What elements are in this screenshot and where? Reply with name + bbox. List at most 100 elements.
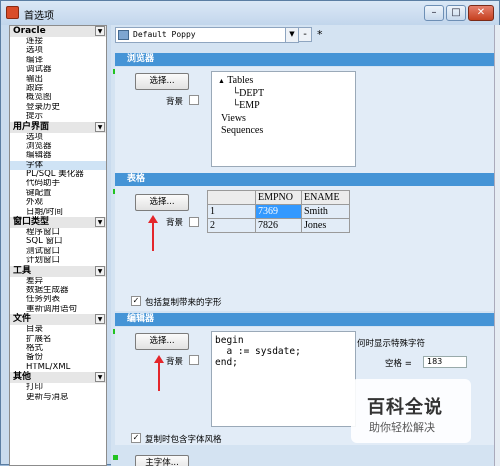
tree-node-tables: Tables [227, 75, 254, 86]
chevron-down-icon[interactable]: ▼ [285, 28, 298, 42]
space-label: 空格 = [385, 359, 412, 369]
code-preview: begin a := sysdate; end; [215, 335, 301, 368]
special-chars-label: 何时显示特殊字符 [357, 339, 426, 349]
chevron-down-icon[interactable]: ▼ [95, 217, 105, 228]
category-item[interactable]: 扩展名 [10, 335, 106, 344]
editor-preview: begin a := sysdate; end; [211, 331, 356, 427]
tree-preview: ▲ Tables └DEPT └EMP Views Sequences [218, 75, 265, 136]
chevron-down-icon[interactable]: ▼ [95, 314, 105, 325]
editor-background-checkbox[interactable] [189, 355, 199, 365]
chevron-down-icon[interactable]: ▼ [95, 121, 105, 132]
category-group-title: Oracle [13, 26, 46, 36]
profile-select-value: Default Poppy [133, 30, 196, 39]
browser-background-label: 背景 [166, 97, 184, 107]
category-item[interactable]: 代码助手 [10, 179, 106, 188]
grid-section-header: 表格 [115, 173, 500, 186]
watermark-title: 百科全说 [367, 397, 443, 418]
category-item[interactable]: 编辑器 [10, 151, 106, 160]
chevron-down-icon[interactable]: ▼ [95, 265, 105, 276]
category-item[interactable]: 打印 [10, 383, 106, 392]
category-group-header[interactable]: 窗口类型 ▼ [10, 217, 106, 229]
category-item[interactable]: 选项 [10, 133, 106, 142]
editor-select-button[interactable]: 选择... [135, 333, 189, 350]
category-list: Oracle ▼ 连接 选项 编译 调试器 输出 跟踪 概览图 登录历史 提示 用户界面 ▼ 选项 浏览器编… [9, 25, 107, 466]
tree-node-views: Views [221, 112, 246, 124]
category-group-header[interactable]: Oracle ▼ [10, 26, 106, 37]
category-item[interactable]: 连接 [10, 37, 106, 46]
grid-background-label: 背景 [166, 218, 184, 228]
category-item[interactable]: HTML/XML [10, 363, 106, 372]
category-item[interactable]: 字体 [10, 160, 106, 171]
category-item[interactable]: 测试窗口 [10, 247, 106, 256]
watermark-subtitle: 助你轻松解决 [369, 421, 435, 434]
grid-section: 选择... 背景 EMPNO ENAME 1 7369 Smith 2 7826… [115, 187, 500, 311]
main-font-button[interactable]: 主字体... [135, 455, 189, 466]
category-item[interactable]: PL/SQL 美化器 [10, 170, 106, 179]
preferences-window: 首选项 – □ ✕ Oracle ▼ 连接 选项 编译 调试器 输出 跟踪 概览图 登录历史 提示用… [0, 0, 500, 466]
tree-node-emp: EMP [239, 100, 260, 111]
table-cell: Jones [301, 218, 350, 233]
category-item[interactable]: 日期/时间 [10, 208, 106, 217]
category-item[interactable]: 任务列表 [10, 295, 106, 304]
window-title: 首选项 [24, 11, 54, 22]
category-item[interactable]: 编译 [10, 56, 106, 65]
include-chars-checkbox[interactable]: ✓ [131, 296, 141, 306]
category-group-title: 其他 [13, 372, 32, 383]
category-item[interactable]: 概览图 [10, 93, 106, 102]
chevron-down-icon[interactable]: ▼ [95, 26, 105, 36]
editor-background-label: 背景 [166, 357, 184, 367]
close-button[interactable]: ✕ [468, 5, 494, 21]
grid-select-button[interactable]: 选择... [135, 194, 189, 211]
table-cell: Smith [301, 204, 350, 219]
minimize-button[interactable]: – [424, 5, 444, 21]
app-icon [6, 6, 19, 19]
category-group-header[interactable]: 文件 ▼ [10, 314, 106, 326]
category-item[interactable]: 选项 [10, 46, 106, 55]
category-item[interactable]: 外观 [10, 198, 106, 207]
grid-background-checkbox[interactable] [189, 217, 199, 227]
category-item[interactable]: 重新调用语句 [10, 305, 106, 314]
arrow-up-icon [148, 215, 158, 251]
category-group-header[interactable]: 工具 ▼ [10, 265, 106, 277]
category-group-header[interactable]: 用户界面 ▼ [10, 121, 106, 133]
category-group-header[interactable]: 其他 ▼ [10, 372, 106, 384]
category-group-title: 文件 [13, 314, 32, 325]
browser-background-checkbox[interactable] [189, 95, 199, 105]
tree-node-dept: DEPT [239, 87, 265, 99]
category-item[interactable]: 提示 [10, 112, 106, 121]
category-item[interactable]: 目录 [10, 325, 106, 334]
category-item[interactable]: 差异 [10, 277, 106, 286]
scrollbar[interactable] [494, 25, 500, 466]
row-number: 2 [207, 218, 256, 233]
watermark: 百科全说 助你轻松解决 [351, 379, 471, 443]
font-changed-marker [113, 455, 118, 460]
title-bar: 首选项 – □ ✕ [1, 1, 499, 25]
category-item[interactable]: 计划窗口 [10, 256, 106, 265]
category-item[interactable]: 更新与消息 [10, 393, 106, 402]
tree-node-sequences: Sequences [221, 125, 264, 136]
category-item[interactable]: SQL 窗口 [10, 237, 106, 246]
category-item[interactable]: 浏览器 [10, 142, 106, 151]
grid-corner-cell [207, 190, 256, 205]
maximize-button[interactable]: □ [446, 5, 466, 21]
category-item[interactable]: 键配置 [10, 189, 106, 198]
category-item[interactable]: 登录历史 [10, 103, 106, 112]
chevron-down-icon[interactable]: ▼ [95, 372, 105, 383]
space-value: 183 [427, 357, 443, 366]
profile-select[interactable]: Default Poppy ▼ [115, 27, 299, 43]
category-item[interactable]: 备份 [10, 353, 106, 362]
table-cell: 7826 [255, 218, 302, 233]
category-item[interactable]: 调试器 [10, 65, 106, 74]
category-item[interactable]: 程序窗口 [10, 228, 106, 237]
copy-style-checkbox[interactable]: ✓ [131, 433, 141, 443]
category-item[interactable]: 数据生成器 [10, 286, 106, 295]
space-value-field[interactable]: 183 [423, 356, 467, 368]
category-item[interactable]: 输出 [10, 75, 106, 84]
modified-indicator: * [317, 28, 323, 41]
browser-select-button[interactable]: 选择... [135, 73, 189, 90]
category-item[interactable]: 格式 [10, 344, 106, 353]
column-header: ENAME [301, 190, 350, 205]
remove-profile-button[interactable]: - [298, 27, 312, 42]
table-row: 1 7369 Smith [207, 204, 350, 219]
category-item[interactable]: 跟踪 [10, 84, 106, 93]
